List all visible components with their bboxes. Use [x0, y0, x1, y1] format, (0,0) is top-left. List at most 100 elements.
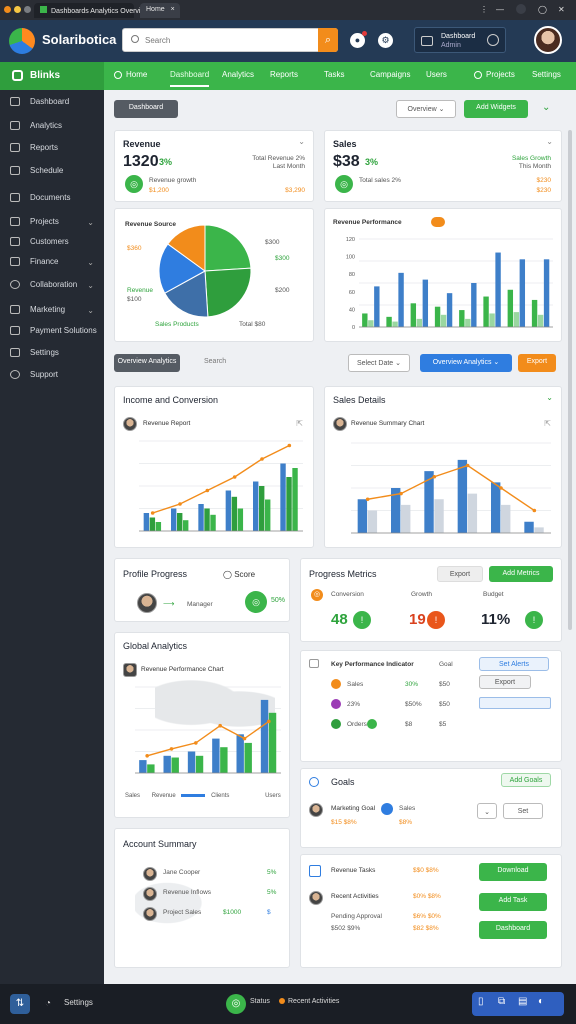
expand-icon[interactable]: ⇱ [296, 419, 303, 428]
bar [265, 499, 271, 531]
menu-icon[interactable]: ⋮ [480, 5, 488, 14]
search-button[interactable]: ⌕ [318, 28, 338, 52]
card-title: Income and Conversion [123, 395, 219, 405]
set-goal-button[interactable]: Set [503, 803, 543, 819]
add-task-button[interactable]: Add Task [479, 893, 547, 911]
settings-sliders-icon[interactable]: ⇅ [10, 994, 30, 1014]
search-bar[interactable]: Search [122, 28, 338, 52]
sidebar-item-customers[interactable]: Customers [10, 237, 100, 253]
nav-brand[interactable]: Blinks [0, 62, 104, 90]
add-widgets-button[interactable]: Add Widgets [464, 100, 528, 118]
sidebar-item-finance[interactable]: Finance ⌄ [10, 257, 100, 273]
nav-users[interactable]: Users [426, 70, 447, 79]
help-icon[interactable]: ◐ [538, 996, 544, 1007]
trend-point [499, 486, 503, 490]
toggle-icon[interactable] [431, 217, 445, 227]
export-metrics-button[interactable]: Export [437, 566, 483, 582]
trend-point [287, 443, 292, 448]
phone-icon[interactable]: ▯ [478, 996, 484, 1007]
settings-icon[interactable]: ⚙ [378, 33, 393, 48]
support-icon[interactable]: ◔ [38, 994, 58, 1014]
overview-analytics-button[interactable]: Overview Analytics [114, 354, 180, 372]
activity-dot-icon [279, 998, 285, 1004]
chevron-down-icon[interactable]: ⌄ [298, 137, 305, 146]
close-icon[interactable]: × [171, 6, 175, 13]
sidebar-item-analytics[interactable]: Analytics [10, 121, 100, 137]
add-metrics-button[interactable]: Add Metrics [489, 566, 553, 582]
browser-tab-home[interactable]: Home × [140, 3, 180, 18]
chevron-down-icon[interactable]: ⌄ [542, 102, 550, 113]
sales-details-card: Sales Details ⌄ Revenue Summary Chart ⇱ [324, 386, 562, 548]
task-icon [309, 865, 321, 877]
nav-home[interactable]: Home [114, 70, 147, 79]
goal-options-button[interactable]: ⌄ [477, 803, 497, 819]
kpi-export-button[interactable]: Export [479, 675, 531, 689]
bar [195, 755, 204, 773]
revenue-delta: 3% [159, 157, 173, 167]
dashboard-task-button[interactable]: Dashboard [479, 921, 547, 939]
account-summary-card: Account Summary Jane Cooper 5% Revenue I… [114, 828, 290, 968]
kpi-range-control[interactable] [479, 697, 551, 709]
nav-campaigns[interactable]: Campaigns [370, 70, 410, 79]
sidebar-item-reports[interactable]: Reports [10, 143, 100, 159]
footer-activities[interactable]: Recent Activities [288, 998, 339, 1005]
sidebar-item-schedule[interactable]: Schedule [10, 166, 100, 182]
dashboard-button[interactable]: Dashboard [114, 100, 178, 118]
nav-settings[interactable]: Settings [532, 70, 561, 79]
nav-reports[interactable]: Reports [270, 70, 298, 79]
user-circle-icon [487, 34, 499, 46]
avatar [143, 867, 157, 881]
bar [537, 314, 544, 327]
nav-analytics[interactable]: Analytics [222, 70, 254, 79]
support-icon [10, 370, 20, 380]
analytics-button[interactable]: Overview Analytics ⌄ [420, 354, 512, 372]
calendar-icon[interactable]: ▤ [518, 996, 527, 1007]
filter-search[interactable]: Search [204, 358, 226, 365]
minimize-icon[interactable]: — [496, 5, 504, 14]
set-alerts-button[interactable]: Set Alerts [479, 657, 549, 671]
sub-label: Revenue Summary Chart [351, 420, 425, 427]
revenue-performance-card: Revenue Performance 0 40 60 80 100 120 [324, 208, 562, 342]
restore-icon[interactable]: ◯ [538, 5, 547, 14]
nav-tasks[interactable]: Tasks [324, 70, 344, 79]
bar [513, 312, 520, 327]
bar [143, 513, 150, 531]
nav-dashboard[interactable]: Dashboard [170, 70, 210, 87]
chevron-down-icon[interactable]: ⌄ [546, 137, 553, 146]
bar [374, 286, 380, 327]
window-close-icon[interactable]: ✕ [558, 5, 565, 14]
date-select[interactable]: Select Date ⌄ [348, 354, 410, 372]
avatar[interactable] [534, 26, 562, 54]
copy-icon[interactable]: ⧉ [498, 996, 505, 1007]
download-button[interactable]: Download [479, 863, 547, 881]
sidebar-item-dashboard[interactable]: Dashboard [10, 97, 100, 113]
bar [507, 289, 514, 327]
revenue-growth-label: Revenue growth [149, 177, 197, 184]
metric-label: Conversion [331, 591, 364, 598]
sidebar-item-settings[interactable]: Settings [10, 348, 100, 364]
export-button[interactable]: Export [518, 354, 556, 372]
kpi-header: Key Performance Indicator [331, 661, 414, 668]
sidebar-item-support[interactable]: Support [10, 370, 100, 386]
overview-select[interactable]: Overview ⌄ [396, 100, 456, 118]
scrollbar[interactable] [568, 130, 572, 630]
sidebar-item-collaboration[interactable]: Collaboration ⌄ [10, 280, 100, 296]
account-value: 5% [267, 869, 277, 876]
nav-projects[interactable]: Projects [474, 70, 515, 79]
goal-value: $8% [399, 819, 413, 826]
sidebar-item-documents[interactable]: Documents [10, 193, 100, 209]
avatar [137, 593, 157, 613]
kpi-value: $8 [405, 721, 413, 728]
sidebar-item-marketing[interactable]: Marketing ⌄ [10, 305, 100, 321]
user-menu[interactable]: Dashboard Admin [414, 27, 506, 53]
sidebar-item-projects[interactable]: Projects ⌄ [10, 217, 100, 233]
sidebar-item-payment-solutions[interactable]: Payment Solutions [10, 326, 100, 342]
chevron-down-icon[interactable]: ⌄ [546, 393, 553, 402]
footer-label[interactable]: Settings [64, 998, 93, 1007]
search-input[interactable]: Search [145, 36, 170, 45]
extension-icon[interactable] [516, 4, 526, 14]
expand-icon[interactable]: ⇱ [544, 419, 551, 428]
browser-tab[interactable]: Dashboards Analytics Overview [34, 3, 149, 18]
add-goals-button[interactable]: Add Goals [501, 773, 551, 787]
bar [198, 504, 204, 531]
